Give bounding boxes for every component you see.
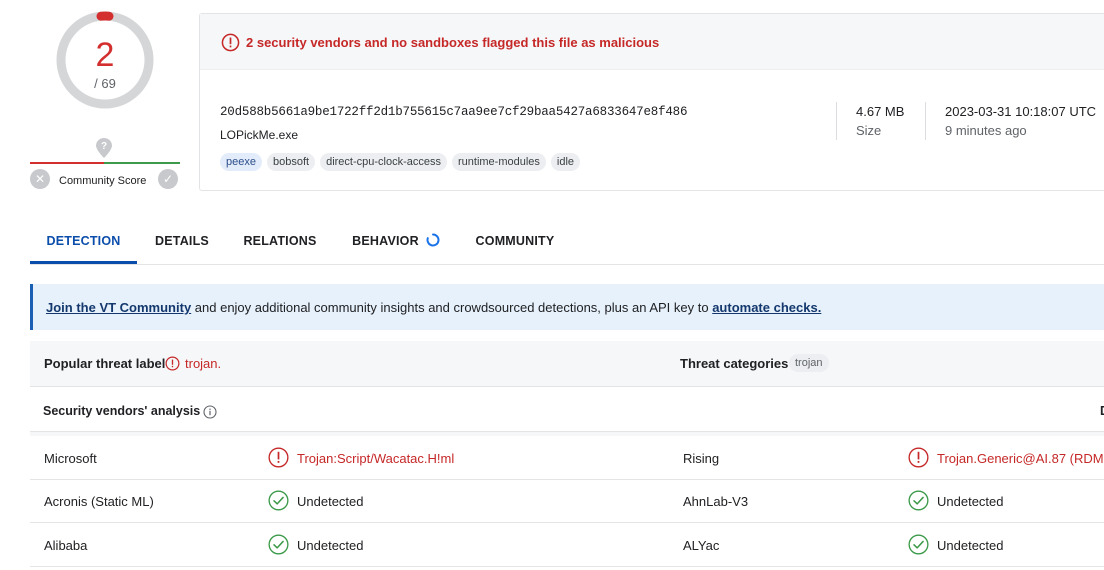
vendor-name: Rising bbox=[683, 451, 720, 466]
check-circle-icon bbox=[268, 490, 289, 511]
file-tags: peexe bobsoft direct-cpu-clock-access ru… bbox=[220, 153, 581, 171]
table-row: Microsoft Trojan:Script/Wacatac.H!ml Ris… bbox=[30, 436, 1104, 480]
file-summary-card: 2 security vendors and no sandboxes flag… bbox=[199, 13, 1104, 191]
vendor-result: Undetected bbox=[937, 538, 1004, 553]
file-name: LOPickMe.exe bbox=[220, 128, 299, 142]
tag[interactable]: peexe bbox=[220, 153, 262, 171]
vendor-result: Undetected bbox=[937, 494, 1004, 509]
vendor-result: Undetected bbox=[297, 538, 364, 553]
check-circle-icon bbox=[908, 534, 929, 555]
file-size-label: Size bbox=[856, 123, 882, 138]
check-circle-icon bbox=[268, 534, 289, 555]
community-score: ? ✕ Community Score ✓ bbox=[30, 138, 180, 190]
vendors-analysis-header: Security vendors' analysis D bbox=[30, 396, 1104, 432]
popular-threat-label-value[interactable]: trojan. bbox=[185, 356, 221, 371]
table-row: Alibaba Undetected ALYac Undetected bbox=[30, 523, 1104, 567]
info-icon[interactable] bbox=[203, 405, 217, 419]
question-marker-icon: ? bbox=[96, 138, 112, 158]
popular-threat-label-heading: Popular threat label bbox=[44, 356, 166, 371]
banner-text: Join the VT Community and enjoy addition… bbox=[46, 300, 821, 315]
divider bbox=[925, 102, 926, 140]
vendor-result[interactable]: Trojan:Script/Wacatac.H!ml bbox=[297, 451, 454, 466]
divider bbox=[836, 102, 837, 140]
table-row: Acronis (Static ML) Undetected AhnLab-V3… bbox=[30, 479, 1104, 523]
tag[interactable]: idle bbox=[550, 153, 581, 171]
detection-count: 2 bbox=[95, 36, 115, 74]
tab-relations[interactable]: RELATIONS bbox=[229, 221, 331, 264]
tag[interactable]: runtime-modules bbox=[452, 153, 546, 171]
threat-alert-icon bbox=[165, 356, 180, 371]
detection-alert: 2 security vendors and no sandboxes flag… bbox=[200, 14, 1104, 70]
file-hash[interactable]: 20d588b5661a9be1722ff2d1b755615c7aa9ee7c… bbox=[220, 105, 687, 119]
vote-harmless-icon[interactable]: ✓ bbox=[158, 169, 178, 189]
automate-checks-link[interactable]: automate checks. bbox=[712, 300, 821, 315]
malicious-icon bbox=[268, 447, 289, 468]
threat-categories-heading: Threat categories bbox=[680, 356, 789, 371]
file-size: 4.67 MB bbox=[856, 104, 905, 119]
vendor-name: Acronis (Static ML) bbox=[44, 494, 154, 509]
loading-spinner-icon bbox=[426, 233, 440, 247]
vendor-name: ALYac bbox=[683, 538, 720, 553]
tab-community[interactable]: COMMUNITY bbox=[460, 221, 570, 264]
tab-behavior[interactable]: BEHAVIOR bbox=[338, 221, 454, 264]
banner-message: and enjoy additional community insights … bbox=[191, 300, 713, 315]
community-score-bar bbox=[30, 162, 180, 164]
vendor-name: Alibaba bbox=[44, 538, 88, 553]
detection-score-gauge: 2 / 69 bbox=[55, 10, 155, 110]
tag[interactable]: direct-cpu-clock-access bbox=[320, 153, 447, 171]
svg-text:?: ? bbox=[101, 141, 107, 152]
vote-harmful-icon[interactable]: ✕ bbox=[30, 169, 50, 189]
tab-detection[interactable]: DETECTION bbox=[30, 221, 137, 264]
threat-label-row: Popular threat label trojan. Threat cate… bbox=[30, 341, 1104, 387]
vendor-result[interactable]: Trojan.Generic@AI.87 (RDML bbox=[937, 451, 1104, 466]
tab-behavior-label: BEHAVIOR bbox=[352, 234, 419, 248]
community-score-label: Community Score bbox=[59, 175, 147, 187]
threat-category-tag[interactable]: trojan bbox=[789, 354, 829, 372]
join-community-link[interactable]: Join the VT Community bbox=[46, 300, 191, 315]
analysis-date: 2023-03-31 10:18:07 UTC bbox=[945, 104, 1097, 119]
tag[interactable]: bobsoft bbox=[266, 153, 316, 171]
truncated-header-text: D bbox=[1100, 404, 1104, 418]
vendor-name: Microsoft bbox=[44, 451, 97, 466]
alert-text: 2 security vendors and no sandboxes flag… bbox=[246, 35, 660, 50]
malicious-icon bbox=[908, 447, 929, 468]
tab-details[interactable]: DETAILS bbox=[137, 221, 227, 264]
engine-total: / 69 bbox=[94, 76, 116, 91]
check-circle-icon bbox=[908, 490, 929, 511]
vendor-name: AhnLab-V3 bbox=[683, 494, 749, 509]
alert-icon bbox=[221, 33, 240, 52]
vendors-analysis-title: Security vendors' analysis bbox=[43, 404, 201, 418]
analysis-relative-time: 9 minutes ago bbox=[945, 123, 1027, 138]
report-tabs: DETECTION DETAILS RELATIONS BEHAVIOR COM… bbox=[30, 221, 1104, 265]
community-banner: Join the VT Community and enjoy addition… bbox=[30, 284, 1104, 330]
vendor-result: Undetected bbox=[297, 494, 364, 509]
